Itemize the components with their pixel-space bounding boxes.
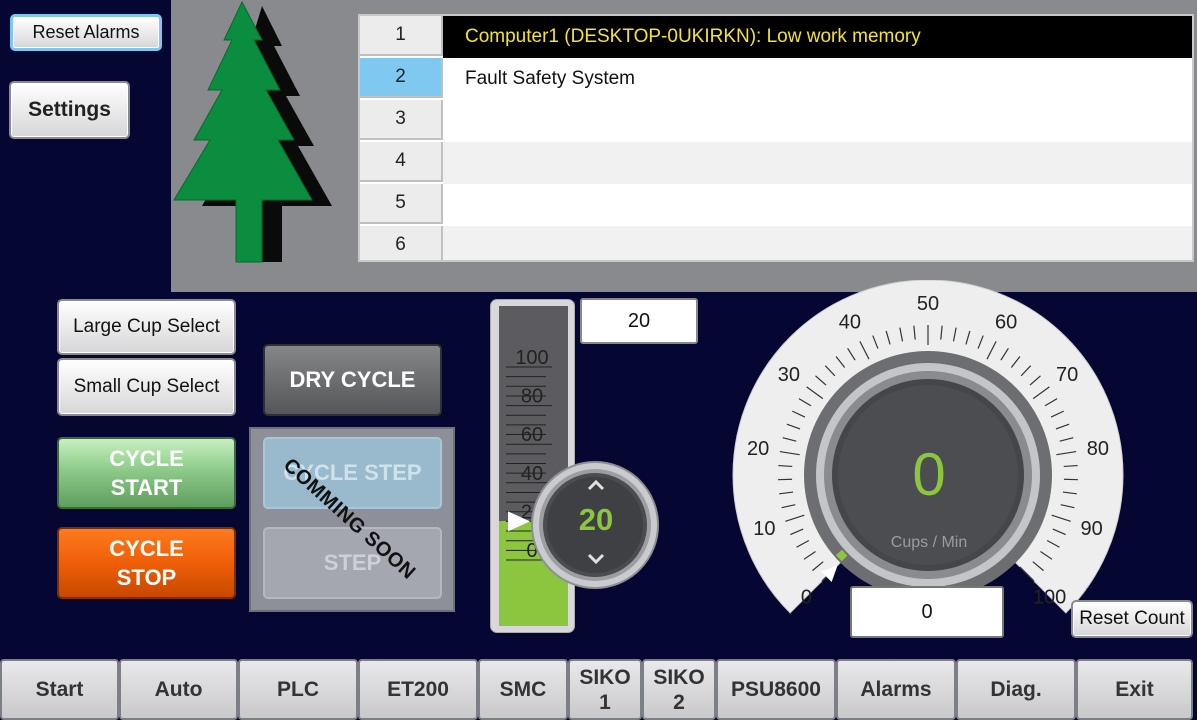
gauge-scale-label: 50 [917,293,939,315]
alarm-row[interactable]: 1 Computer1 (DESKTOP-0UKIRKN): Low work m… [360,16,1192,58]
gauge-unit: Cups / Min [890,534,968,551]
small-cup-select-button[interactable]: Small Cup Select [57,358,236,416]
alarm-row[interactable]: 5 [360,184,1192,226]
dry-cycle-button[interactable]: DRY CYCLE [263,344,442,416]
gauge-value: 0 [912,441,946,508]
setpoint-field[interactable]: 20 [580,298,698,344]
alarm-row-number: 5 [360,184,443,224]
nav-auto-button[interactable]: Auto [119,659,238,720]
alarm-row-number: 1 [360,16,443,56]
reset-count-button[interactable]: Reset Count [1071,600,1193,638]
alarm-row-message [443,226,1192,260]
gauge-scale-label: 10 [753,518,775,540]
cup-count-field: 0 [850,586,1004,638]
gauge-value-arc [835,549,848,562]
gauge-scale-label: 100 [1033,587,1066,609]
large-cup-select-button[interactable]: Large Cup Select [57,299,236,355]
nav-siko-2-button[interactable]: SIKO 2 [642,659,716,720]
chevron-down-icon[interactable] [581,548,611,570]
gauge-scale-label: 90 [1080,518,1102,540]
gauge-scale-label: 60 [995,312,1017,334]
pine-tree-icon [173,0,332,263]
alarm-row-message: Fault Safety System [443,58,1192,100]
alarm-row-message [443,100,1192,142]
settings-button[interactable]: Settings [9,81,130,139]
gauge-scale-label: 80 [1087,438,1109,460]
gauge-scale-label: 30 [778,364,800,386]
slider-scale-label: 100 [515,347,548,369]
alarm-row[interactable]: 3 [360,100,1192,142]
nav-diag-button[interactable]: Diag. [956,659,1076,720]
alarm-row-message [443,142,1192,184]
gauge-scale-label: 20 [747,438,769,460]
alarm-row-number: 2 [360,58,443,98]
gauge-scale-label: 0 [801,587,812,609]
nav-start-button[interactable]: Start [0,659,119,720]
nav-psu8600-button[interactable]: PSU8600 [716,659,836,720]
alarm-table: 1 Computer1 (DESKTOP-0UKIRKN): Low work m… [358,14,1194,262]
spinner-value: 20 [578,502,614,537]
nav-siko-1-button[interactable]: SIKO 1 [568,659,642,720]
gauge-scale-label: 40 [839,312,861,334]
alarm-row-number: 4 [360,142,443,182]
nav-exit-button[interactable]: Exit [1076,659,1193,720]
reset-alarms-button[interactable]: Reset Alarms [10,14,162,51]
alarm-row[interactable]: 2 Fault Safety System [360,58,1192,100]
alarm-row-message [443,184,1192,226]
nav-smc-button[interactable]: SMC [478,659,568,720]
alarm-row[interactable]: 4 [360,142,1192,184]
cycle-stop-button[interactable]: CYCLE STOP [57,527,236,599]
nav-alarms-button[interactable]: Alarms [836,659,956,720]
slider-scale-label: 80 [521,386,543,408]
slider-scale-label: 60 [521,424,543,446]
nav-plc-button[interactable]: PLC [238,659,358,720]
nav-et200-button[interactable]: ET200 [358,659,478,720]
alarm-row-number: 6 [360,226,443,260]
alarm-row[interactable]: 6 [360,226,1192,260]
gauge-scale-label: 70 [1056,364,1078,386]
alarm-row-message: Computer1 (DESKTOP-0UKIRKN): Low work me… [443,16,1192,58]
chevron-up-icon[interactable] [581,474,611,496]
alarm-row-number: 3 [360,100,443,140]
cycle-start-button[interactable]: CYCLE START [57,437,236,509]
